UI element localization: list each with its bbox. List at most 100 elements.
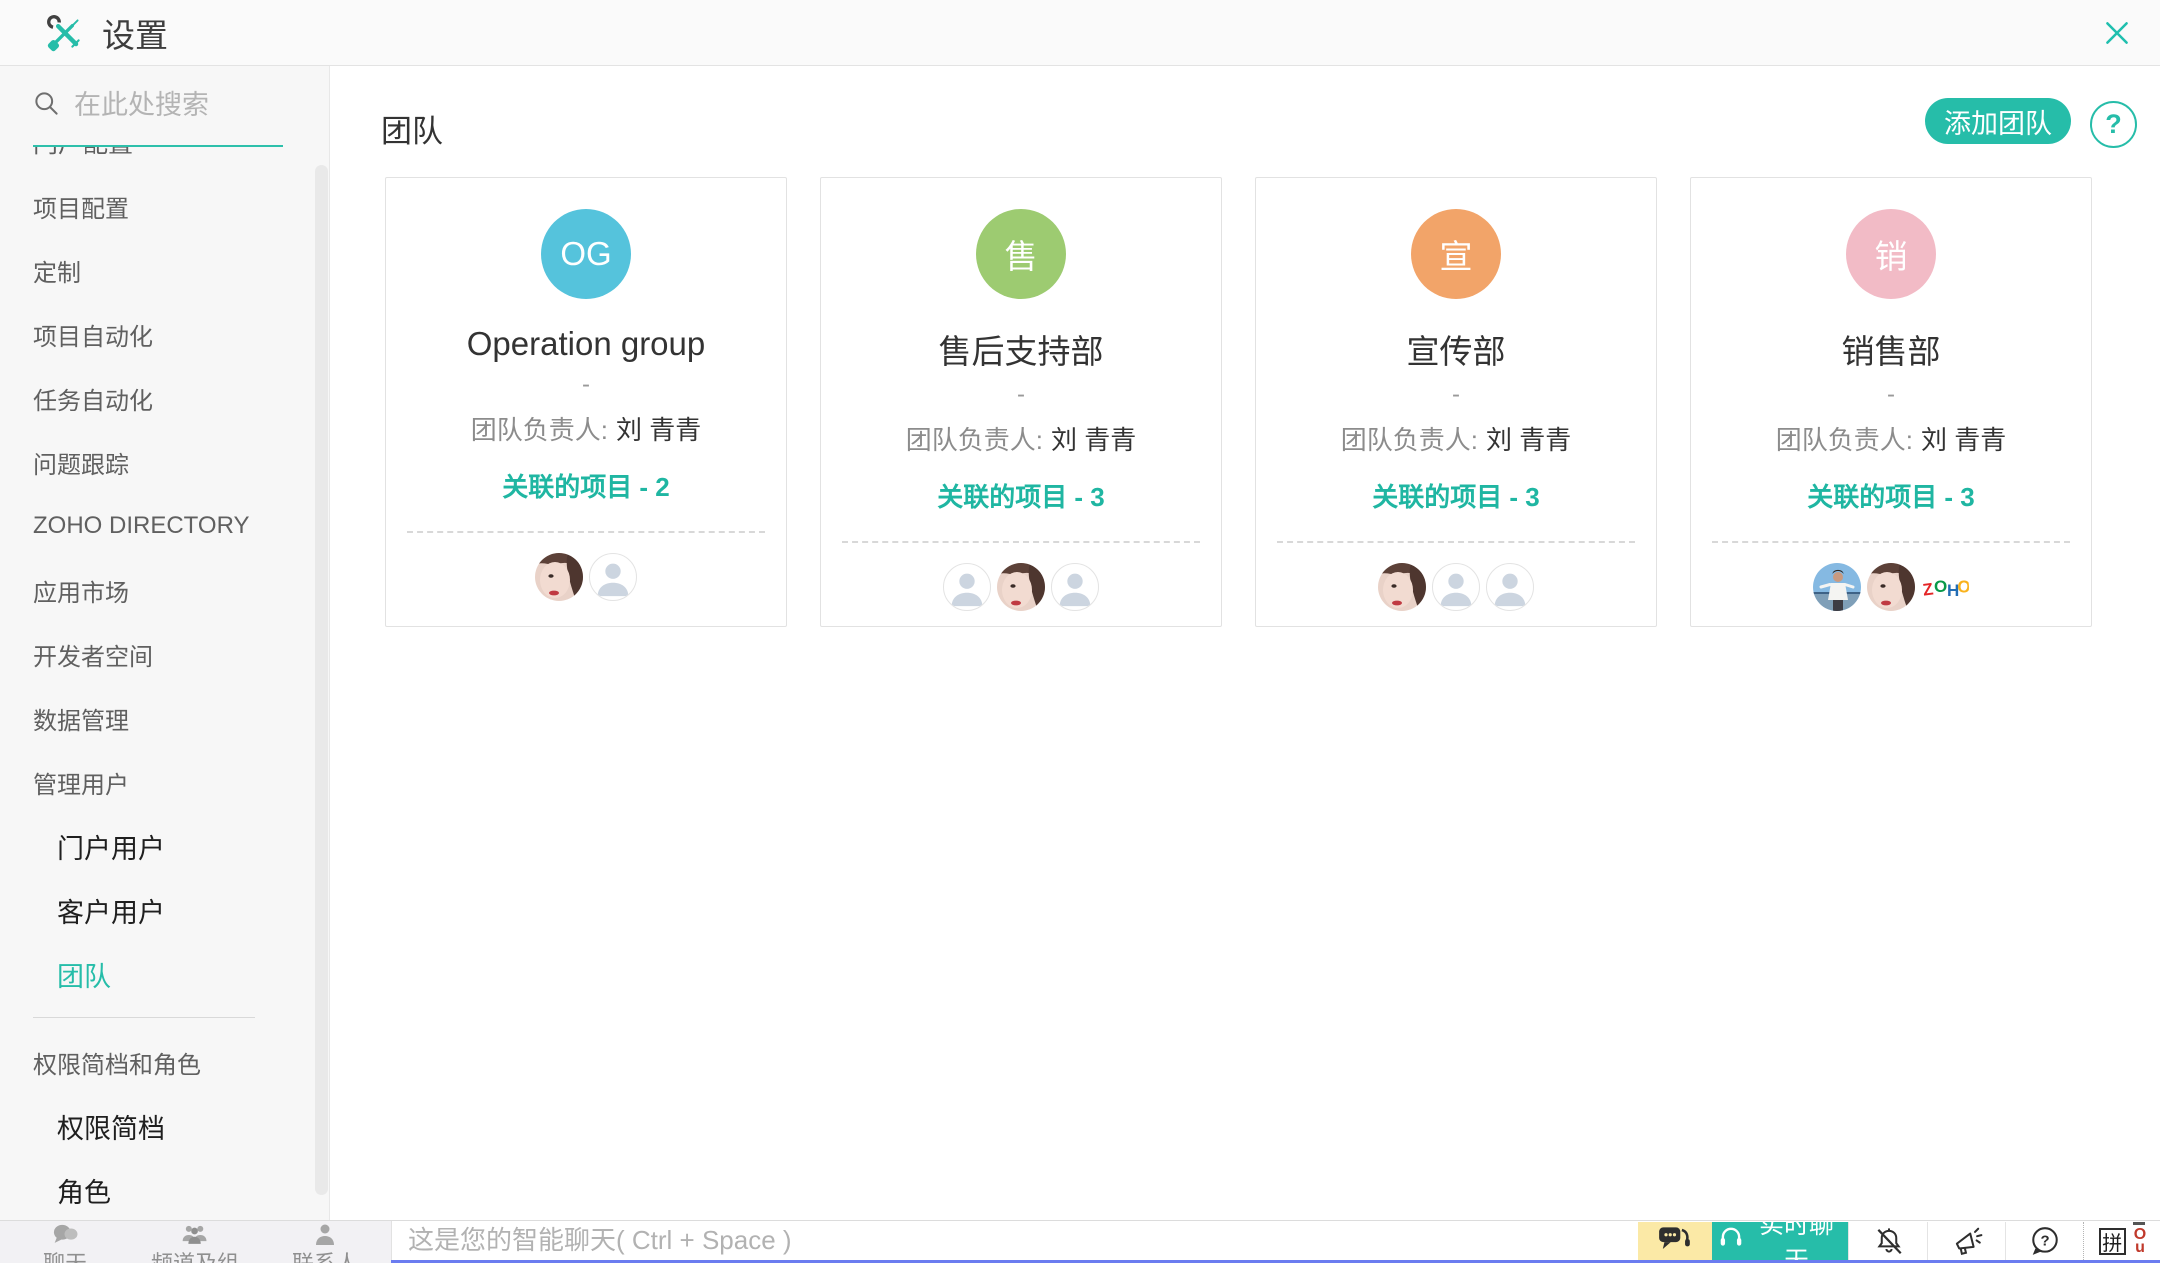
team-name: Operation group (467, 325, 706, 363)
team-owner-label: 团队负责人: (471, 415, 608, 445)
team-card[interactable]: 宣 宣传部 - 团队负责人:刘 青青 关联的项目 - 3 (1255, 177, 1657, 627)
sidebar-item[interactable]: 项目配置 (0, 174, 330, 238)
svg-text:?: ? (2040, 1232, 2049, 1249)
support-headset-bubble-icon (1657, 1224, 1693, 1259)
member-photo (1867, 563, 1915, 611)
team-owner-name: 刘 青青 (1921, 425, 2006, 455)
team-name: 售后支持部 (939, 325, 1104, 373)
team-owner-label: 团队负责人: (906, 425, 1043, 455)
sidebar-item[interactable]: 任务自动化 (0, 366, 330, 430)
sidebar-item[interactable]: 定制 (0, 238, 330, 302)
team-description: - (1887, 381, 1895, 409)
chat-input-area (392, 1221, 1638, 1260)
team-owner: 团队负责人: 刘 青青 (471, 415, 701, 445)
announcements-button[interactable] (1927, 1222, 2006, 1260)
sidebar-search (0, 66, 330, 147)
team-avatar: OG (541, 209, 631, 299)
sidebar-item[interactable]: 项目自动化 (0, 302, 330, 366)
sidebar-nav: 项目配置 定制 项目自动化 任务自动化 问题跟踪 ZOHO DIRECTORY … (0, 174, 330, 1220)
sidebar-item[interactable]: 门户用户 (0, 814, 330, 878)
chat-bubbles-icon (51, 1223, 79, 1252)
sidebar-scrollbar-thumb[interactable] (315, 165, 328, 1195)
avatar-placeholder-icon (1433, 564, 1479, 610)
sidebar-item[interactable]: 开发者空间 (0, 622, 330, 686)
team-avatar: 销 (1846, 209, 1936, 299)
team-card[interactable]: OG Operation group - 团队负责人: 刘 青青 关联的项目 - … (385, 177, 787, 627)
card-dashed-divider (1712, 541, 2070, 543)
sidebar-item[interactable]: 数据管理 (0, 686, 330, 750)
svg-text:O: O (1956, 577, 1969, 598)
live-chat-button[interactable]: 实时聊天 (1712, 1222, 1848, 1260)
team-owner: 团队负责人:刘 青青 (906, 425, 1136, 455)
member-avatar-photo-woman (535, 553, 583, 601)
chat-tab-3[interactable]: 联系人 (260, 1221, 390, 1263)
sidebar-search-input[interactable] (72, 89, 283, 122)
teams-panel: 团队 添加团队 ? OG Operation group - 团队负责人:刘 青… (330, 66, 2160, 1220)
search-icon (33, 90, 60, 122)
sidebar-divider (0, 1006, 330, 1030)
team-owner-name: 刘 青青 (1486, 425, 1571, 455)
team-description: - (1017, 381, 1025, 409)
header-bar: 设置 (0, 0, 2160, 66)
team-card[interactable]: 售 售后支持部 - 团队负责人:刘 青青 关联的项目 - 3 (820, 177, 1222, 627)
close-icon[interactable] (2098, 14, 2136, 52)
sidebar-item[interactable]: 角色 (0, 1158, 330, 1220)
sidebar-item[interactable]: 权限简档和角色 (0, 1030, 330, 1094)
team-description: - (1452, 381, 1460, 409)
member-photo (997, 563, 1045, 611)
team-description: - (582, 371, 590, 399)
ime-indicator[interactable]: 拼 O u (2083, 1222, 2160, 1260)
add-team-button[interactable]: 添加团队 (1925, 98, 2071, 144)
associated-projects-link[interactable]: 关联的项目 - 3 (1372, 482, 1540, 512)
associated-projects-link[interactable]: 关联的项目 - 3 (937, 482, 1105, 512)
member-avatar-photo-man (1813, 563, 1861, 611)
settings-sidebar: 门户配置 项目配置 定制 项目自动化 任务自动化 问题跟踪 ZOHO DIREC… (0, 66, 330, 1220)
chat-tab-1[interactable]: 聊天 (0, 1221, 130, 1263)
sidebar-item[interactable]: 管理用户 (0, 750, 330, 814)
sidebar-item[interactable]: 权限简档 (0, 1094, 330, 1158)
svg-text:O: O (1934, 577, 1947, 596)
bell-slash-icon (1873, 1226, 1905, 1256)
help-chat-button[interactable]: ? (2005, 1222, 2084, 1260)
sidebar-item[interactable]: 应用市场 (0, 558, 330, 622)
team-members-row (1378, 563, 1534, 611)
member-avatar-photo-woman (1867, 563, 1915, 611)
member-avatar-placeholder (1486, 563, 1534, 611)
ime-dash (2133, 1222, 2145, 1225)
team-owner-label: 团队负责人: (1776, 425, 1913, 455)
page-title: 设置 (102, 9, 168, 57)
team-members-row (943, 563, 1099, 611)
card-dashed-divider (1277, 541, 1635, 543)
team-owner-label: 团队负责人: (1341, 425, 1478, 455)
sidebar-item[interactable]: 问题跟踪 (0, 430, 330, 494)
ime-extra: O u (2134, 1228, 2146, 1254)
chat-bottom-bar: 聊天 频道及组 联系人 (0, 1220, 2160, 1263)
help-icon[interactable]: ? (2090, 101, 2137, 148)
mute-notifications-button[interactable] (1848, 1222, 1928, 1260)
chat-tabs: 聊天 频道及组 联系人 (0, 1221, 392, 1263)
team-owner-name: 刘 青青 (616, 415, 701, 445)
live-chat-label: 实时聊天 (1751, 1220, 1842, 1263)
member-avatar-placeholder (943, 563, 991, 611)
team-card[interactable]: 销 销售部 - 团队负责人:刘 青青 关联的项目 - 3 ZOHO (1690, 177, 2092, 627)
ime-pinyin-badge[interactable]: 拼 (2099, 1228, 2126, 1255)
sidebar-item[interactable]: 团队 (0, 942, 330, 1006)
associated-projects-link[interactable]: 关联的项目 - 2 (502, 472, 670, 502)
settings-tools-icon (44, 12, 86, 54)
chat-tab-2[interactable]: 频道及组 (130, 1221, 260, 1263)
sidebar-item[interactable]: 客户用户 (0, 878, 330, 942)
chat-input[interactable] (406, 1224, 1638, 1257)
member-photo (1813, 563, 1861, 611)
sidebar-item[interactable]: ZOHO DIRECTORY (0, 494, 330, 558)
card-dashed-divider (407, 531, 765, 533)
member-avatar-placeholder (589, 553, 637, 601)
associated-projects-link[interactable]: 关联的项目 - 3 (1807, 482, 1975, 512)
member-photo (535, 553, 583, 601)
avatar-placeholder-icon (1487, 564, 1533, 610)
member-avatar-placeholder (1051, 563, 1099, 611)
team-owner: 团队负责人: 刘 青青 (1776, 425, 2006, 455)
support-chat-button[interactable] (1638, 1222, 1712, 1260)
team-avatar: 售 (976, 209, 1066, 299)
member-photo (1378, 563, 1426, 611)
team-owner: 团队负责人: 刘 青青 (1341, 425, 1571, 455)
